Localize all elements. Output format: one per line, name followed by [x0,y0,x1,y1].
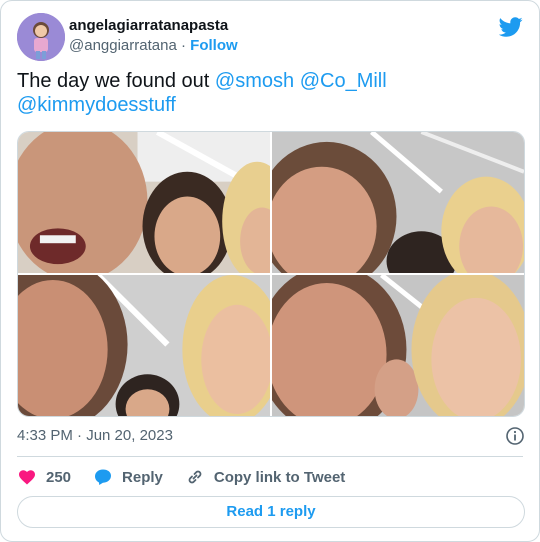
mention-smosh[interactable]: @smosh [215,70,294,92]
author-handle-row: @anggiarratana · Follow [69,36,238,56]
tweet-card: angelagiarratanapasta @anggiarratana · F… [0,0,540,542]
avatar[interactable] [17,13,65,61]
photo-1[interactable] [18,132,270,273]
timestamp-link[interactable]: 4:33 PM · Jun 20, 2023 [17,427,173,444]
mention-kimmydoesstuff[interactable]: @kimmydoesstuff [17,94,176,116]
tweet-text: The day we found out @smosh @Co_Mill @ki… [17,69,517,117]
follow-button[interactable]: Follow [190,37,238,54]
link-icon [188,470,202,484]
twitter-bird-icon[interactable] [498,15,523,39]
read-reply-button[interactable]: Read 1 reply [17,496,525,528]
divider [17,456,523,457]
reply-bubble-icon [95,469,112,485]
tweet-body-text: The day we found out [17,70,210,92]
like-button[interactable]: 250 [17,467,71,487]
mention-co-mill[interactable]: @Co_Mill [300,70,387,92]
photo-4[interactable] [272,275,524,416]
action-bar: 250 Reply Copy link to Tweet [17,463,525,491]
info-icon[interactable] [505,426,525,446]
reply-label: Reply [122,468,163,486]
media-grid [17,131,525,417]
author-handle[interactable]: @anggiarratana [69,37,177,54]
copy-link-button[interactable]: Copy link to Tweet [185,467,345,487]
author-display-name[interactable]: angelagiarratanapasta [69,16,238,36]
reply-button[interactable]: Reply [93,467,163,487]
copy-link-label: Copy link to Tweet [213,468,346,486]
separator-dot: · [180,37,186,54]
tweet-meta: 4:33 PM · Jun 20, 2023 [17,426,525,446]
heart-icon [19,470,35,485]
tweet-header: angelagiarratanapasta @anggiarratana · F… [17,13,523,61]
photo-2[interactable] [272,132,524,273]
like-count: 250 [46,468,72,486]
author-names: angelagiarratanapasta @anggiarratana · F… [69,16,238,56]
photo-3[interactable] [18,275,270,416]
